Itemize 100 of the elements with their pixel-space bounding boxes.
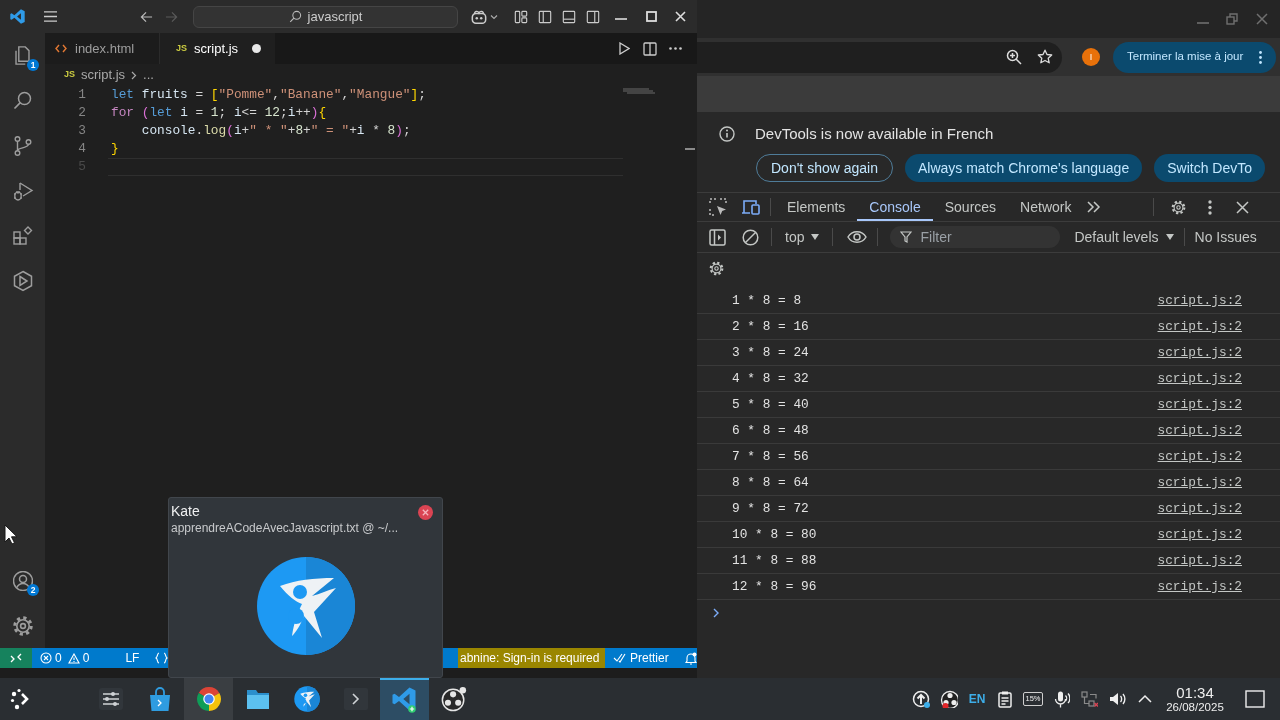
mouse-pointer-icon [4, 524, 17, 545]
source-link[interactable]: script.js:2 [1157, 342, 1242, 363]
clock-time[interactable]: 01:34 [1176, 684, 1214, 700]
source-link[interactable]: script.js:2 [1157, 524, 1242, 545]
filter-field[interactable]: Filter [890, 226, 1061, 248]
line-number: 2 [77, 104, 87, 123]
account-icon[interactable] [12, 570, 33, 591]
command-center-search[interactable]: javascript [193, 5, 458, 28]
kebab-icon[interactable] [1208, 199, 1213, 215]
source-link[interactable]: script.js:2 [1157, 394, 1242, 415]
infobar-message: DevTools is now available in French [755, 123, 994, 144]
console-message: 7 * 8 = 56 [732, 447, 809, 466]
tabnine-status[interactable]: abnine: Sign-in is required [458, 648, 605, 668]
log-levels-dropdown[interactable]: Default levels [1074, 226, 1174, 248]
network-disconnected-icon[interactable] [1080, 690, 1098, 708]
settings-icon[interactable] [1170, 198, 1188, 216]
code-line: } [110, 140, 120, 158]
devtools-tab[interactable]: Network [1008, 193, 1084, 221]
eol-indicator[interactable]: LF [125, 649, 140, 667]
preview-title: Kate [171, 502, 201, 520]
eye-icon[interactable] [847, 230, 868, 244]
volume-icon[interactable] [1108, 690, 1126, 708]
device-toolbar-icon[interactable] [741, 198, 761, 216]
chevron-down-icon[interactable] [490, 13, 498, 20]
robot-icon[interactable] [470, 8, 488, 25]
console-message: 2 * 8 = 16 [732, 317, 809, 336]
settings-icon[interactable] [708, 259, 725, 277]
settings-icon[interactable] [10, 613, 35, 638]
problems-button[interactable]: 0 0 [38, 648, 92, 668]
restore-icon[interactable] [1226, 13, 1238, 25]
source-link[interactable]: script.js:2 [1157, 550, 1242, 571]
zoom-in-icon[interactable] [1006, 49, 1022, 65]
issues-counter[interactable]: No Issues [1194, 226, 1257, 248]
source-link[interactable]: script.js:2 [1157, 498, 1242, 519]
keyboard-layout-indicator[interactable]: EN [968, 690, 986, 708]
count-badge: 2 [27, 584, 39, 596]
split-editor-icon[interactable] [643, 41, 657, 56]
code-editor-logo-icon [10, 9, 25, 24]
kebab-icon [1259, 50, 1262, 64]
launcher-icon[interactable] [9, 688, 31, 710]
file-type-icon: JS [176, 41, 187, 56]
menu-icon[interactable] [43, 10, 58, 23]
source-link[interactable]: script.js:2 [1157, 290, 1242, 311]
code-line: console.log(i+" * "+8+" = "+i * 8); [140, 122, 412, 140]
line-number: 1 [77, 86, 87, 105]
sidebar-left-icon[interactable] [538, 9, 552, 24]
sidebar-toggle-icon[interactable] [709, 228, 726, 246]
breadcrumb-item[interactable]: script.js [81, 65, 126, 85]
preview-subtitle: apprendreACodeAvecJavascript.txt @ ~/... [171, 520, 399, 536]
source-link[interactable]: script.js:2 [1157, 368, 1242, 389]
recording-status-icon[interactable] [940, 690, 958, 708]
panel-bottom-icon[interactable] [562, 9, 576, 24]
breadcrumb-item[interactable]: ... [143, 65, 154, 85]
prettier-button[interactable]: Prettier [609, 648, 675, 668]
braces-icon[interactable] [155, 652, 169, 664]
clock-date[interactable]: 26/08/2025 [1166, 701, 1224, 714]
double-check-icon [613, 653, 626, 663]
editor-tab[interactable]: JS script.js [160, 33, 275, 64]
warning-icon [67, 652, 80, 664]
close-icon[interactable] [1236, 200, 1250, 214]
code-brackets-icon [55, 44, 67, 53]
source-link[interactable]: script.js:2 [1157, 316, 1242, 337]
line-number: 3 [77, 122, 87, 141]
cursor-position-marker [685, 148, 695, 150]
infobar-button[interactable]: Always match Chrome's language [904, 154, 1143, 182]
run-icon[interactable] [619, 42, 630, 55]
more-tabs-icon[interactable] [1087, 201, 1102, 213]
source-link[interactable]: script.js:2 [1157, 420, 1242, 441]
taskbar-app[interactable] [184, 678, 233, 720]
bell-icon[interactable] [685, 651, 697, 665]
source-link[interactable]: script.js:2 [1157, 446, 1242, 467]
update-icon[interactable] [912, 690, 930, 708]
console-message: 10 * 8 = 80 [732, 525, 817, 544]
sidebar-right-icon[interactable] [586, 9, 600, 24]
clear-console-icon[interactable] [742, 228, 759, 246]
error-icon [40, 652, 52, 664]
console-message: 3 * 8 = 24 [732, 343, 809, 362]
star-icon[interactable] [1037, 49, 1053, 65]
source-link[interactable]: script.js:2 [1157, 472, 1242, 493]
console-message: 12 * 8 = 96 [732, 577, 817, 596]
inspect-icon[interactable] [708, 197, 728, 217]
source-link[interactable]: script.js:2 [1157, 576, 1242, 597]
show-desktop-icon[interactable] [1245, 690, 1265, 708]
devtools-tab[interactable]: Console [857, 193, 933, 221]
filter-icon [900, 231, 913, 243]
devtools-tab[interactable]: Sources [932, 193, 1009, 221]
microphone-icon[interactable] [1052, 690, 1070, 708]
more-icon[interactable] [669, 47, 682, 50]
infobar-button[interactable]: Switch DevTo [1154, 154, 1265, 182]
close-icon[interactable] [418, 505, 433, 520]
editor-tab[interactable]: index.html [45, 33, 160, 64]
devtools-tab[interactable]: Elements [775, 193, 858, 221]
update-button[interactable]: Terminer la mise à jour [1113, 41, 1276, 73]
clipboard-icon[interactable] [996, 690, 1014, 708]
context-dropdown[interactable]: top [785, 226, 820, 248]
files-icon[interactable] [15, 46, 30, 65]
maximize-icon[interactable] [646, 11, 657, 22]
back-arrow-icon[interactable] [140, 10, 153, 23]
layout-grid-icon[interactable] [514, 9, 528, 24]
caret-icon [811, 234, 820, 240]
